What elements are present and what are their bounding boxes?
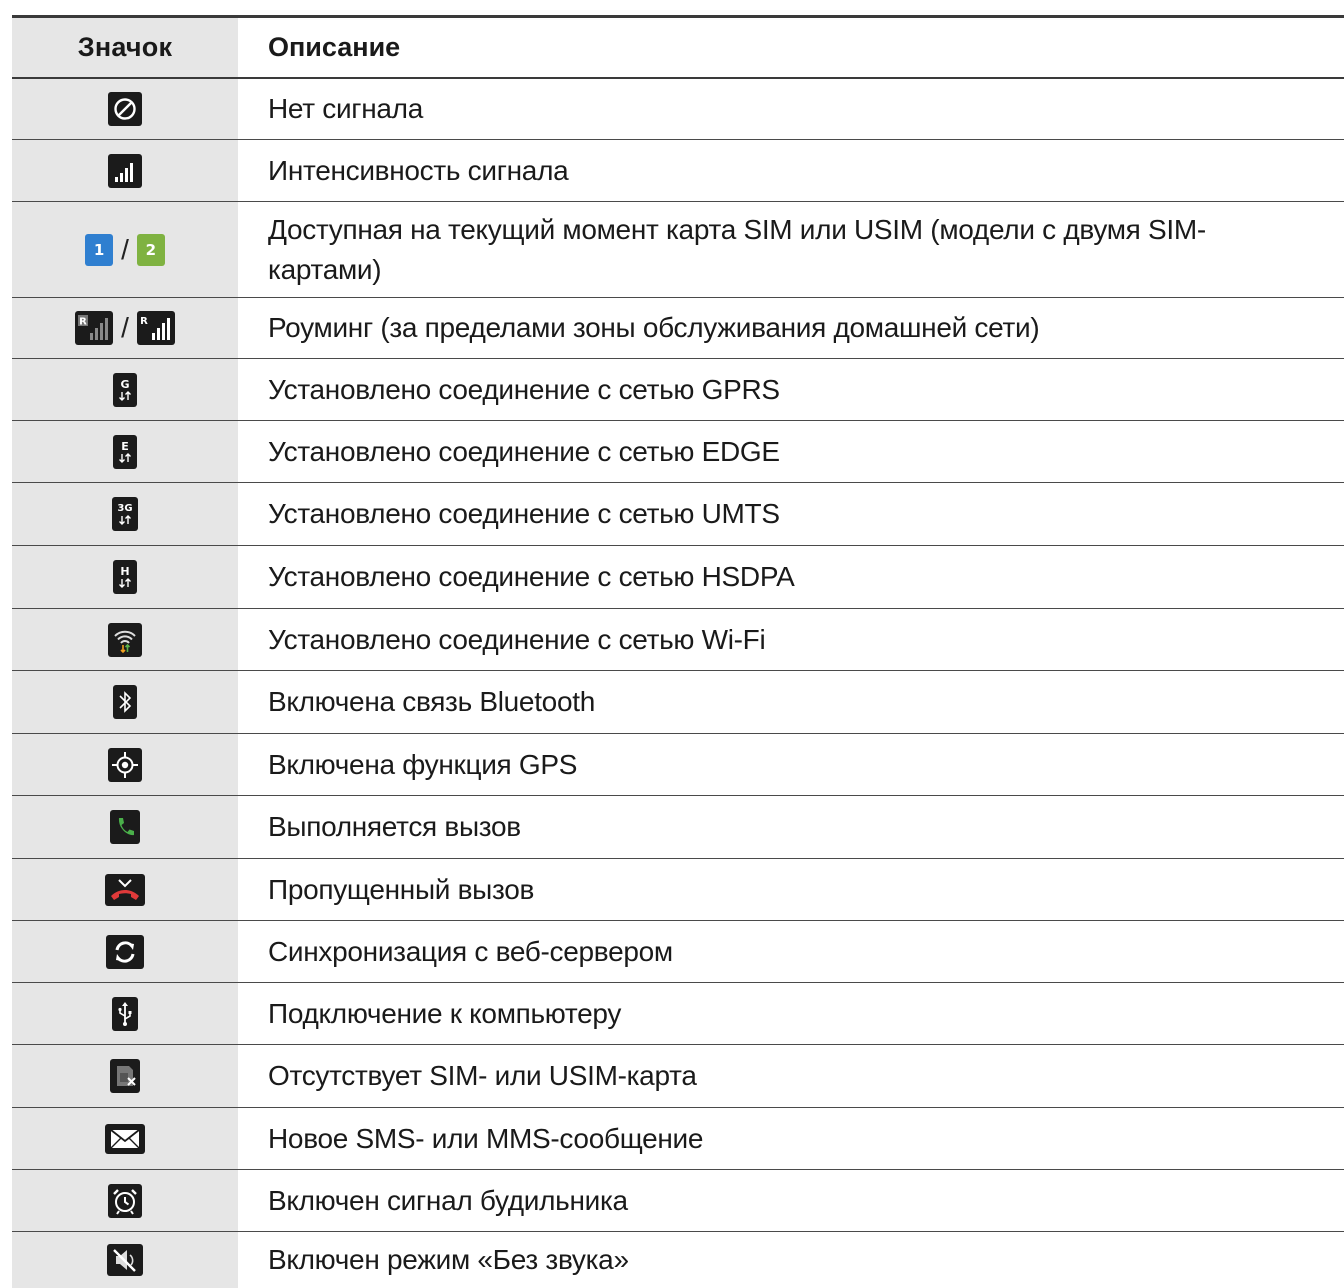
svg-text:R: R xyxy=(79,317,87,328)
row-description: Установлено соединение с сетью GPRS xyxy=(268,373,780,405)
row-description: Отсутствует SIM- или USIM-карта xyxy=(268,1060,697,1091)
message-icon xyxy=(105,1123,145,1154)
row-description: Пропущенный вызов xyxy=(268,873,535,905)
table-row: G Установлено соединение с сетью GPRS xyxy=(12,359,1344,421)
row-description: Роуминг (за пределами зоны обслуживания … xyxy=(268,312,1040,343)
table-row: Интенсивность сигнала xyxy=(12,140,1344,202)
table-row: Установлено соединение с сетью Wi-Fi xyxy=(12,609,1344,671)
table-row: Включена функция GPS xyxy=(12,734,1344,796)
table-row: Включен сигнал будильника xyxy=(12,1170,1344,1232)
signal-strength-icon xyxy=(108,153,142,188)
table-row: H Установлено соединение с сетью HSDPA xyxy=(12,546,1344,609)
svg-text:R: R xyxy=(140,316,148,327)
row-description: Синхронизация с веб-сервером xyxy=(268,935,673,967)
table-row: R / R Роуминг (за пределами зоны обслужи… xyxy=(12,298,1344,359)
table-row: 1 / 2 Доступная на текущий момент карта … xyxy=(12,202,1344,298)
row-description: Интенсивность сигнала xyxy=(268,154,569,186)
header-description-column: Описание xyxy=(268,32,401,62)
roaming-icon-grey: R xyxy=(75,311,114,345)
row-description: Подключение к компьютеру xyxy=(268,997,622,1029)
table-row: Подключение к компьютеру xyxy=(12,983,1344,1045)
usb-icon xyxy=(112,996,138,1031)
gps-icon xyxy=(108,747,142,782)
edge-icon: E xyxy=(113,434,137,469)
sim2-icon: 2 xyxy=(136,233,165,266)
table-row: Выполняется вызов xyxy=(12,796,1344,859)
table-row: Включен режим «Без звука» xyxy=(12,1232,1344,1288)
no-signal-icon xyxy=(108,92,142,126)
silent-mode-icon xyxy=(107,1244,143,1276)
row-description: Новое SMS- или MMS-сообщение xyxy=(268,1122,704,1154)
wifi-icon xyxy=(108,622,142,657)
table-row: E Установлено соединение с сетью EDGE xyxy=(12,421,1344,483)
no-sim-icon xyxy=(110,1059,140,1093)
hsdpa-icon: H xyxy=(113,560,137,594)
row-description: Нет сигнала xyxy=(268,93,423,124)
table-row: Синхронизация с веб-сервером xyxy=(12,921,1344,983)
table-row: Отсутствует SIM- или USIM-карта xyxy=(12,1045,1344,1108)
row-description: Включен сигнал будильника xyxy=(268,1184,628,1216)
row-description: Включена связь Bluetooth xyxy=(268,686,595,717)
row-description: Установлено соединение с сетью EDGE xyxy=(268,435,780,467)
row-description: Установлено соединение с сетью UMTS xyxy=(268,498,780,529)
row-description: Выполняется вызов xyxy=(268,811,521,842)
call-icon xyxy=(110,810,140,844)
alarm-icon xyxy=(108,1183,142,1218)
row-description: Установлено соединение с сетью HSDPA xyxy=(268,561,795,592)
row-description: Включена функция GPS xyxy=(268,748,578,780)
sim1-icon: 1 xyxy=(85,233,114,266)
roaming-icon: R xyxy=(136,311,175,345)
row-description: Доступная на текущий момент карта SIM ил… xyxy=(268,213,1206,285)
table-row: Новое SMS- или MMS-сообщение xyxy=(12,1108,1344,1170)
table-row: 3G Установлено соединение с сетью UMTS xyxy=(12,483,1344,546)
table-header: Значок Описание xyxy=(12,18,1344,79)
umts-icon: 3G xyxy=(112,497,138,531)
header-icon-column: Значок xyxy=(12,18,238,77)
row-description: Установлено соединение с сетью Wi-Fi xyxy=(268,623,766,655)
missed-call-icon xyxy=(105,873,145,906)
row-description: Включен режим «Без звука» xyxy=(268,1244,629,1275)
gprs-icon: G xyxy=(113,372,137,407)
table-row: Включена связь Bluetooth xyxy=(12,671,1344,734)
table-row: Пропущенный вызов xyxy=(12,859,1344,921)
table-row: Нет сигнала xyxy=(12,79,1344,140)
sync-icon xyxy=(106,934,144,969)
bluetooth-icon xyxy=(113,685,137,719)
icon-table: Значок Описание Нет сигнала Интенсивност… xyxy=(12,15,1344,1288)
